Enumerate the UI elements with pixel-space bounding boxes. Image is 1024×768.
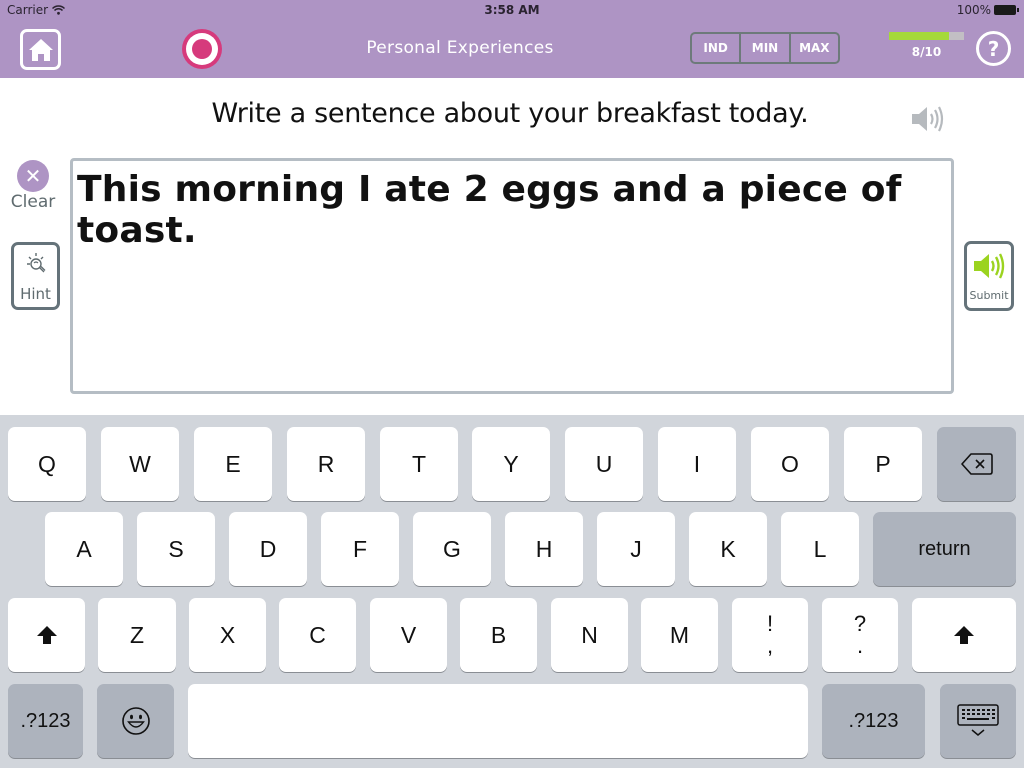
speaker-icon[interactable] bbox=[910, 104, 946, 134]
key-l[interactable]: L bbox=[781, 512, 859, 586]
status-bar: Carrier 3:58 AM 100% bbox=[0, 0, 1024, 22]
key-p[interactable]: P bbox=[844, 427, 922, 501]
help-icon: ? bbox=[987, 36, 1000, 61]
numbers-key-left[interactable]: .?123 bbox=[8, 684, 83, 758]
help-button[interactable]: ? bbox=[976, 31, 1011, 66]
hint-label: Hint bbox=[20, 285, 51, 303]
speaker-icon bbox=[974, 253, 1005, 279]
key-g[interactable]: G bbox=[413, 512, 491, 586]
return-key[interactable]: return bbox=[873, 512, 1016, 586]
keyboard-dismiss-icon bbox=[957, 704, 999, 736]
key-f[interactable]: F bbox=[321, 512, 399, 586]
home-icon bbox=[28, 38, 53, 61]
shift-icon bbox=[36, 626, 57, 644]
key-question-label: ? bbox=[853, 611, 867, 636]
space-key[interactable] bbox=[188, 684, 808, 758]
battery-icon bbox=[994, 5, 1019, 15]
key-m[interactable]: M bbox=[641, 598, 718, 672]
emoji-key[interactable] bbox=[97, 684, 174, 758]
record-icon bbox=[186, 33, 218, 65]
submit-label: Submit bbox=[969, 289, 1009, 302]
key-j[interactable]: J bbox=[597, 512, 675, 586]
key-r[interactable]: R bbox=[287, 427, 365, 501]
lightbulb-icon bbox=[27, 253, 46, 273]
activity-title: Personal Experiences bbox=[366, 38, 554, 58]
shift-key-left[interactable] bbox=[8, 598, 85, 672]
dismiss-keyboard-key[interactable] bbox=[940, 684, 1016, 758]
emoji-icon bbox=[121, 707, 150, 735]
progress-track bbox=[889, 32, 964, 40]
hint-button[interactable]: Hint bbox=[11, 242, 60, 310]
shift-icon bbox=[954, 626, 974, 644]
key-b[interactable]: B bbox=[460, 598, 537, 672]
onscreen-keyboard: Q W E R T Y U I O P A S D F G H J K L re… bbox=[0, 415, 1024, 768]
battery-percent: 100% bbox=[956, 3, 991, 17]
key-c[interactable]: C bbox=[279, 598, 356, 672]
key-e[interactable]: E bbox=[194, 427, 272, 501]
key-x[interactable]: X bbox=[189, 598, 266, 672]
key-v[interactable]: V bbox=[370, 598, 447, 672]
key-s[interactable]: S bbox=[137, 512, 215, 586]
record-button[interactable] bbox=[182, 29, 222, 69]
support-level-selector: IND MIN MAX bbox=[690, 32, 840, 64]
submit-button[interactable]: Submit bbox=[964, 241, 1014, 311]
clock: 3:58 AM bbox=[484, 3, 540, 17]
key-q[interactable]: Q bbox=[8, 427, 86, 501]
key-w[interactable]: W bbox=[101, 427, 179, 501]
clear-icon: ✕ bbox=[17, 160, 49, 192]
clear-label: Clear bbox=[10, 192, 56, 212]
answer-text: This morning I ate 2 eggs and a piece of… bbox=[77, 169, 902, 251]
key-i[interactable]: I bbox=[658, 427, 736, 501]
clear-button[interactable]: ✕ Clear bbox=[8, 160, 58, 212]
key-exclaim-comma[interactable]: ! , bbox=[732, 598, 808, 672]
key-exclaim-label: ! bbox=[766, 611, 774, 636]
key-u[interactable]: U bbox=[565, 427, 643, 501]
key-period-label: . bbox=[856, 633, 864, 658]
nav-bar: Personal Experiences IND MIN MAX 8/10 ? bbox=[0, 22, 1024, 78]
key-z[interactable]: Z bbox=[98, 598, 176, 672]
key-t[interactable]: T bbox=[380, 427, 458, 501]
key-o[interactable]: O bbox=[751, 427, 829, 501]
numbers-key-right[interactable]: .?123 bbox=[822, 684, 925, 758]
shift-key-right[interactable] bbox=[912, 598, 1016, 672]
backspace-icon bbox=[960, 453, 993, 475]
level-min-button[interactable]: MIN bbox=[739, 34, 788, 62]
key-comma-label: , bbox=[766, 633, 774, 658]
key-k[interactable]: K bbox=[689, 512, 767, 586]
prompt-text: Write a sentence about your breakfast to… bbox=[211, 98, 809, 129]
key-h[interactable]: H bbox=[505, 512, 583, 586]
progress-indicator: 8/10 bbox=[889, 32, 964, 59]
key-a[interactable]: A bbox=[45, 512, 123, 586]
progress-label: 8/10 bbox=[911, 45, 942, 59]
key-d[interactable]: D bbox=[229, 512, 307, 586]
answer-input[interactable]: This morning I ate 2 eggs and a piece of… bbox=[70, 158, 954, 394]
key-question-period[interactable]: ? . bbox=[822, 598, 898, 672]
key-y[interactable]: Y bbox=[472, 427, 550, 501]
battery-indicator: 100% bbox=[956, 3, 1019, 17]
level-ind-button[interactable]: IND bbox=[692, 34, 739, 62]
backspace-key[interactable] bbox=[937, 427, 1016, 501]
home-button[interactable] bbox=[20, 29, 61, 70]
key-n[interactable]: N bbox=[551, 598, 628, 672]
level-max-button[interactable]: MAX bbox=[788, 34, 838, 62]
progress-fill bbox=[889, 32, 949, 40]
